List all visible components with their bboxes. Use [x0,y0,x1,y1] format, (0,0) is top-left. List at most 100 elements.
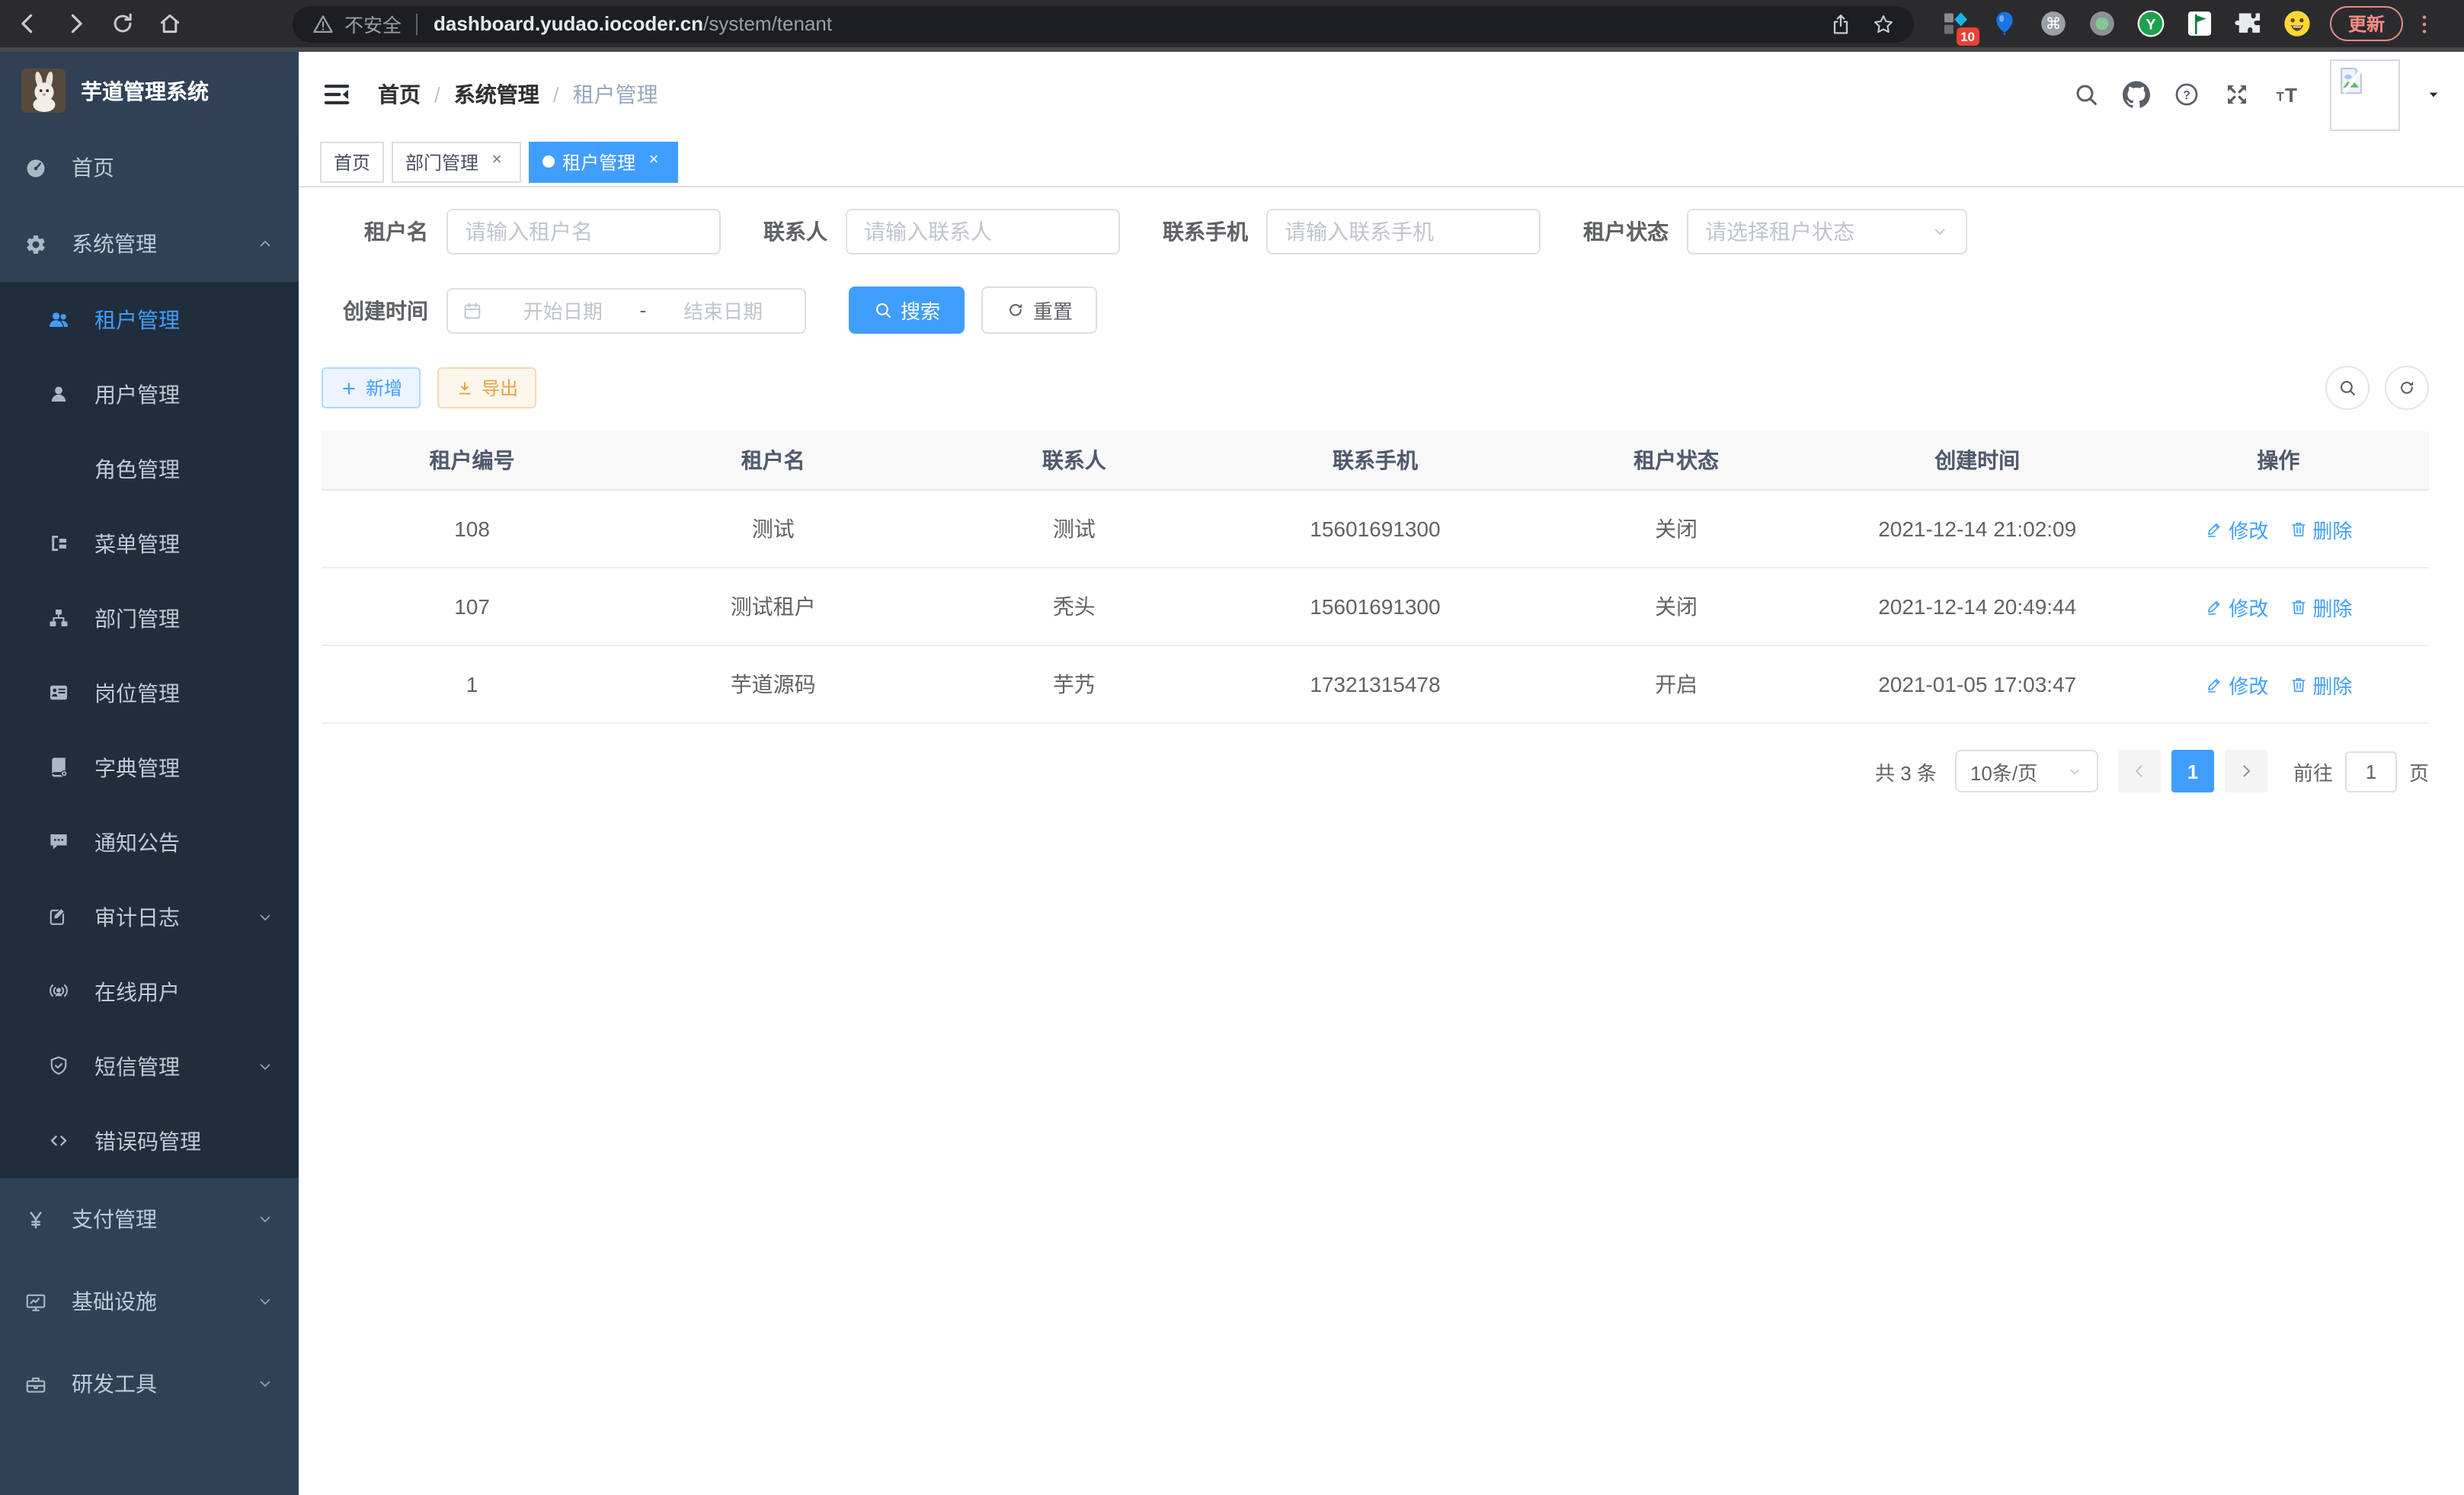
error-code-icon [47,1129,70,1152]
sidebar-item-audit-log[interactable]: 审计日志 [0,879,299,954]
sidebar-item-online-user[interactable]: 在线用户 [0,954,299,1029]
breadcrumb: 首页/系统管理/租户管理 [378,79,658,110]
fullscreen-icon[interactable] [2223,81,2251,108]
reload-icon[interactable] [110,11,136,37]
mobile-input[interactable] [1266,209,1541,255]
sidebar-item-label: 系统管理 [72,229,157,259]
app-logo-row[interactable]: 芋道管理系统 [0,52,299,130]
user-avatar[interactable] [2330,59,2400,130]
table-row: 108测试测试15601691300关闭2021-12-14 21:02:09修… [322,490,2429,568]
bookmark-star-icon[interactable] [1871,11,1896,36]
edit-row-link[interactable]: 修改 [2204,592,2268,621]
svg-text:?: ? [2183,89,2190,102]
y-logo-icon[interactable]: Y [2136,9,2165,38]
edit-icon [2204,519,2224,539]
github-icon[interactable] [2123,81,2150,108]
tab-dept[interactable]: 部门管理× [392,141,521,182]
ext-tiles-icon[interactable]: 10 [1941,9,1970,38]
export-button[interactable]: 导出 [437,367,536,408]
sidebar-item-label: 字典管理 [94,752,180,783]
sidebar-item-sms[interactable]: 短信管理 [0,1029,299,1103]
chevron-down-icon [1931,222,1949,241]
infrastructure-icon [24,1290,47,1313]
cell-created: 2021-12-14 21:02:09 [1827,490,2128,568]
page-size-select[interactable]: 10条/页 [1955,750,2098,792]
sidebar-item-notice[interactable]: 通知公告 [0,805,299,879]
edit-row-link[interactable]: 修改 [2204,514,2268,543]
sidebar-item-role[interactable]: 角色管理 [0,431,299,506]
svg-text:T: T [2277,90,2284,104]
edit-link-label: 修改 [2229,592,2268,621]
chrome-update-button[interactable]: 更新 [2330,6,2403,41]
sidebar-item-tenant[interactable]: 租户管理 [0,282,299,357]
sidebar-item-dept[interactable]: 部门管理 [0,581,299,655]
delete-icon [2288,519,2308,539]
tab-home[interactable]: 首页 [320,141,384,182]
search-button[interactable]: 搜索 [849,287,965,334]
current-page-button[interactable]: 1 [2171,750,2214,792]
sidebar-item-home[interactable]: 首页 [0,130,299,206]
back-icon[interactable] [15,11,41,37]
recorder-icon[interactable] [2088,9,2117,38]
sidebar-item-infra[interactable]: 基础设施 [0,1260,299,1343]
search-button-label: 搜索 [901,296,940,325]
add-button[interactable]: 新增 [322,367,421,408]
sidebar-item-post[interactable]: 岗位管理 [0,655,299,730]
contact-input[interactable] [846,209,1120,255]
tenant-name-input[interactable] [446,209,721,255]
smiley-icon[interactable] [2283,9,2312,38]
sidebar-item-pay[interactable]: 支付管理 [0,1178,299,1260]
search-icon[interactable] [2072,81,2100,108]
filter-create-time: 创建时间 开始日期 - 结束日期 [322,287,806,333]
delete-row-link[interactable]: 删除 [2288,592,2352,621]
add-button-label: 新增 [366,375,402,401]
font-size-icon[interactable]: TT [2274,81,2301,108]
address-bar[interactable]: 不安全 dashboard.yudao.iocoder.cn/system/te… [293,5,1914,42]
sidebar-item-label: 首页 [72,152,114,183]
puzzle-icon[interactable] [2234,9,2263,38]
breadcrumb-item[interactable]: 系统管理 [454,79,539,110]
create-time-range-picker[interactable]: 开始日期 - 结束日期 [446,287,806,333]
sidebar-item-error-code[interactable]: 错误码管理 [0,1103,299,1178]
date-range-separator: - [631,299,656,322]
share-icon[interactable] [1829,11,1853,36]
sidebar-item-dict[interactable]: 字典管理 [0,730,299,805]
goto-page-input[interactable] [2345,751,2397,792]
edit-row-link[interactable]: 修改 [2204,670,2268,699]
cell-contact: 芋艿 [923,645,1224,723]
sidebar-item-label: 岗位管理 [94,677,180,708]
kebab-menu-icon[interactable] [2412,11,2437,36]
help-icon[interactable]: ? [2173,81,2200,108]
home-icon[interactable] [157,11,183,37]
online-user-icon [47,980,70,1003]
refresh-table-button[interactable] [2385,366,2429,410]
browser-window: 不安全 dashboard.yudao.iocoder.cn/system/te… [0,0,2464,1495]
sidebar-item-user[interactable]: 用户管理 [0,357,299,431]
reset-button[interactable]: 重置 [981,287,1097,334]
sidebar-item-system[interactable]: 系统管理 [0,206,299,282]
cell-id: 1 [322,645,622,723]
delete-row-link[interactable]: 删除 [2288,670,2352,699]
balloon-icon[interactable] [1990,9,2019,38]
next-page-button[interactable] [2225,750,2267,792]
caret-down-icon[interactable] [2426,87,2441,102]
delete-icon [2288,597,2308,616]
delete-row-link[interactable]: 删除 [2288,514,2352,543]
tenant-status-select[interactable]: 请选择租户状态 [1687,209,1967,255]
sidebar-collapse-icon[interactable] [322,79,352,110]
tab-tenant[interactable]: 租户管理× [529,141,678,182]
chevron-down-icon [256,1375,274,1393]
delete-link-label: 删除 [2312,514,2352,543]
filter-status: 租户状态 请选择租户状态 [1583,209,1967,255]
filter-tenant-name: 租户名 [322,209,721,255]
breadcrumb-item[interactable]: 首页 [378,79,421,110]
command-icon[interactable]: ⌘ [2039,9,2068,38]
sidebar-item-dev-tools[interactable]: 研发工具 [0,1343,299,1425]
prev-page-button[interactable] [2118,750,2161,792]
close-tab-icon[interactable]: × [643,151,664,172]
flag-icon[interactable] [2185,9,2214,38]
sidebar-item-menu[interactable]: 菜单管理 [0,506,299,581]
forward-icon[interactable] [62,11,88,37]
toggle-search-button[interactable] [2325,366,2370,410]
close-tab-icon[interactable]: × [486,151,507,172]
